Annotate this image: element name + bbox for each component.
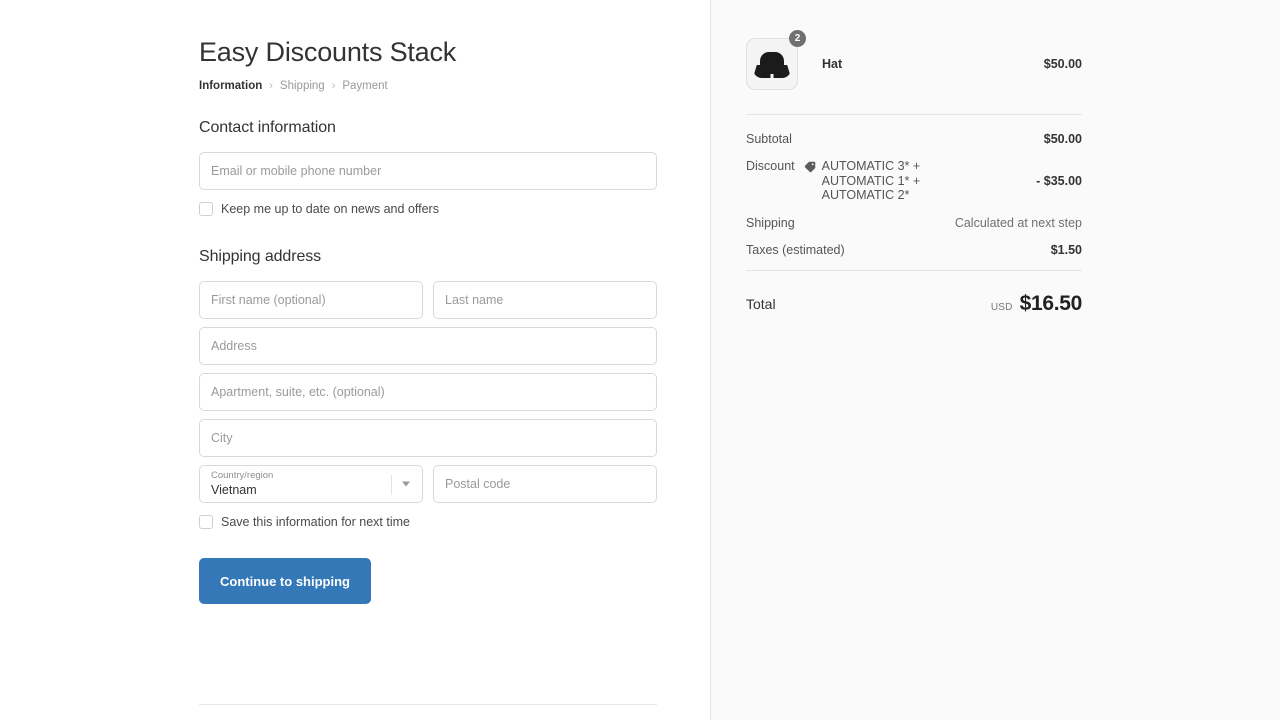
country-region-select[interactable]: Country/region Vietnam bbox=[199, 465, 423, 503]
newsletter-checkbox[interactable] bbox=[199, 202, 213, 216]
taxes-row: Taxes (estimated) $1.50 bbox=[746, 243, 1082, 257]
order-line-item: 2 Hat $50.00 bbox=[746, 38, 1082, 90]
email-field-placeholder: Email or mobile phone number bbox=[211, 165, 381, 178]
country-region-label: Country/region bbox=[211, 470, 273, 481]
total-amount: $16.50 bbox=[1020, 292, 1082, 316]
product-name: Hat bbox=[822, 57, 1044, 71]
taxes-value: $1.50 bbox=[1051, 243, 1082, 257]
tag-icon bbox=[804, 160, 816, 178]
address-field[interactable]: Address bbox=[199, 327, 657, 365]
total-currency: USD bbox=[991, 302, 1013, 313]
taxes-label: Taxes (estimated) bbox=[746, 243, 845, 257]
quantity-badge: 2 bbox=[789, 30, 806, 47]
hat-notch-shape bbox=[771, 74, 774, 79]
discount-value: - $35.00 bbox=[1036, 174, 1082, 188]
bucket-hat-image bbox=[746, 38, 798, 90]
city-field[interactable]: City bbox=[199, 419, 657, 457]
newsletter-checkbox-row[interactable]: Keep me up to date on news and offers bbox=[199, 202, 657, 216]
name-fields-row: First name (optional) Last name bbox=[199, 281, 657, 319]
shipping-value: Calculated at next step bbox=[955, 216, 1082, 230]
save-information-checkbox-row[interactable]: Save this information for next time bbox=[199, 515, 657, 529]
shipping-label: Shipping bbox=[746, 216, 795, 230]
subtotal-row: Subtotal $50.00 bbox=[746, 132, 1082, 146]
last-name-placeholder: Last name bbox=[445, 294, 503, 307]
continue-to-shipping-button[interactable]: Continue to shipping bbox=[199, 558, 371, 604]
email-field[interactable]: Email or mobile phone number bbox=[199, 152, 657, 190]
save-information-label: Save this information for next time bbox=[221, 516, 410, 529]
subtotal-label: Subtotal bbox=[746, 132, 792, 146]
order-summary-panel: 2 Hat $50.00 Subtotal $50.00 Discount bbox=[710, 0, 1280, 720]
address-placeholder: Address bbox=[211, 340, 257, 353]
breadcrumb: Information › Shipping › Payment bbox=[199, 81, 657, 93]
discount-label: Discount bbox=[746, 159, 795, 173]
postal-code-placeholder: Postal code bbox=[445, 478, 510, 491]
checkout-page: Easy Discounts Stack Information › Shipp… bbox=[0, 0, 1280, 720]
breadcrumb-step-payment[interactable]: Payment bbox=[342, 81, 387, 93]
city-placeholder: City bbox=[211, 432, 233, 445]
product-thumbnail-wrap: 2 bbox=[746, 38, 798, 90]
checkout-main-column: Easy Discounts Stack Information › Shipp… bbox=[0, 0, 710, 720]
first-name-placeholder: First name (optional) bbox=[211, 294, 326, 307]
subtotal-value: $50.00 bbox=[1044, 132, 1082, 146]
apartment-field[interactable]: Apartment, suite, etc. (optional) bbox=[199, 373, 657, 411]
shipping-address-heading: Shipping address bbox=[199, 248, 657, 266]
summary-divider-bottom bbox=[746, 270, 1082, 271]
country-postal-row: Country/region Vietnam Postal code bbox=[199, 465, 657, 503]
save-information-checkbox[interactable] bbox=[199, 515, 213, 529]
last-name-field[interactable]: Last name bbox=[433, 281, 657, 319]
breadcrumb-step-information[interactable]: Information bbox=[199, 81, 262, 93]
breadcrumb-step-shipping[interactable]: Shipping bbox=[280, 81, 325, 93]
chevron-right-icon: › bbox=[332, 81, 336, 92]
total-row: Total USD $16.50 bbox=[746, 292, 1082, 316]
chevron-right-icon: › bbox=[269, 81, 273, 92]
apartment-placeholder: Apartment, suite, etc. (optional) bbox=[211, 386, 385, 399]
total-label: Total bbox=[746, 296, 776, 312]
product-price: $50.00 bbox=[1044, 57, 1082, 71]
footer-divider bbox=[199, 704, 657, 705]
first-name-field[interactable]: First name (optional) bbox=[199, 281, 423, 319]
chevron-down-icon[interactable] bbox=[402, 482, 410, 487]
newsletter-label: Keep me up to date on news and offers bbox=[221, 203, 439, 216]
contact-information-heading: Contact information bbox=[199, 119, 657, 137]
summary-divider-top bbox=[746, 114, 1082, 115]
country-region-value: Vietnam bbox=[211, 483, 273, 499]
discount-row: Discount AUTOMATIC 3* + AUTOMATIC 1* + A… bbox=[746, 159, 1082, 202]
select-divider bbox=[391, 475, 392, 495]
summary-totals: Subtotal $50.00 Discount AUTOMATIC 3* + … bbox=[746, 132, 1082, 257]
postal-code-field[interactable]: Postal code bbox=[433, 465, 657, 503]
discount-names: AUTOMATIC 3* + AUTOMATIC 1* + AUTOMATIC … bbox=[822, 159, 992, 202]
page-title: Easy Discounts Stack bbox=[199, 38, 657, 68]
shipping-row: Shipping Calculated at next step bbox=[746, 216, 1082, 230]
